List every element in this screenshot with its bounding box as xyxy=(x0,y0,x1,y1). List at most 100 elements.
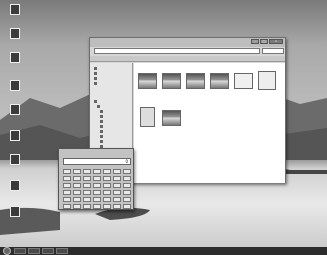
folder-icon xyxy=(100,140,103,143)
calculator-key[interactable] xyxy=(123,190,131,195)
calculator-key[interactable] xyxy=(113,176,121,181)
calculator-key[interactable] xyxy=(83,204,91,209)
calculator-key[interactable] xyxy=(103,183,111,188)
calculator-key[interactable] xyxy=(63,169,71,174)
nav-item[interactable] xyxy=(100,125,104,128)
calculator-key[interactable] xyxy=(83,190,91,195)
computer-icon xyxy=(10,4,20,15)
network-icon xyxy=(10,52,20,63)
folder-icon[interactable] xyxy=(258,71,276,90)
calculator-key[interactable] xyxy=(103,204,111,209)
calculator-key[interactable] xyxy=(93,176,101,181)
calculator-key[interactable] xyxy=(63,190,71,195)
desktop-icon-3[interactable] xyxy=(3,52,27,78)
calculator-window[interactable]: 0 xyxy=(58,148,134,210)
calculator-key[interactable] xyxy=(63,197,71,202)
calculator-key[interactable] xyxy=(123,183,131,188)
folder-icon xyxy=(100,135,103,138)
calculator-key[interactable] xyxy=(73,204,81,209)
calculator-key[interactable] xyxy=(113,169,121,174)
calculator-key[interactable] xyxy=(113,197,121,202)
taskbar-item[interactable] xyxy=(14,248,26,254)
calculator-key[interactable] xyxy=(123,204,131,209)
file-thumbnail[interactable] xyxy=(162,73,181,89)
file-thumbnail[interactable] xyxy=(234,73,253,89)
desktop-icon-5[interactable] xyxy=(3,104,27,130)
calculator-key[interactable] xyxy=(123,169,131,174)
folder-icon xyxy=(100,110,103,113)
file-thumbnail[interactable] xyxy=(138,73,157,89)
calculator-key[interactable] xyxy=(83,176,91,181)
maximize-button[interactable]: □ xyxy=(260,39,268,44)
folder-icon xyxy=(94,77,97,80)
calculator-key[interactable] xyxy=(73,169,81,174)
calculator-key[interactable] xyxy=(83,197,91,202)
calculator-key[interactable] xyxy=(93,197,101,202)
desktop-icon-7[interactable] xyxy=(3,154,27,180)
calculator-key[interactable] xyxy=(73,183,81,188)
calculator-key[interactable] xyxy=(123,176,131,181)
calculator-key[interactable] xyxy=(63,183,71,188)
desktop-icon xyxy=(94,100,97,103)
nav-item[interactable] xyxy=(100,140,104,143)
nav-item[interactable] xyxy=(100,135,104,138)
folder-icon xyxy=(10,104,20,115)
calculator-key[interactable] xyxy=(73,197,81,202)
nav-item[interactable] xyxy=(94,67,98,70)
taskbar-item[interactable] xyxy=(28,248,40,254)
calculator-key[interactable] xyxy=(113,204,121,209)
close-button[interactable]: × xyxy=(269,39,283,44)
taskbar-item[interactable] xyxy=(56,248,68,254)
address-bar[interactable] xyxy=(94,48,260,54)
calculator-key[interactable] xyxy=(93,169,101,174)
nav-item[interactable] xyxy=(97,105,101,108)
folder-icon[interactable] xyxy=(140,107,155,127)
desktop-icon-6[interactable] xyxy=(3,130,27,156)
taskbar xyxy=(0,247,327,255)
file-thumbnail[interactable] xyxy=(210,73,229,89)
nav-item[interactable] xyxy=(100,120,104,123)
calculator-key[interactable] xyxy=(83,183,91,188)
calculator-key[interactable] xyxy=(93,204,101,209)
taskbar-item[interactable] xyxy=(42,248,54,254)
calculator-key[interactable] xyxy=(63,204,71,209)
search-input[interactable] xyxy=(262,48,284,54)
nav-item[interactable] xyxy=(100,115,104,118)
nav-item[interactable] xyxy=(100,130,104,133)
command-bar xyxy=(90,56,285,62)
nav-item[interactable] xyxy=(94,72,98,75)
calculator-key[interactable] xyxy=(73,190,81,195)
calculator-key[interactable] xyxy=(73,176,81,181)
nav-item[interactable] xyxy=(94,100,98,103)
desktop-icon-4[interactable] xyxy=(3,80,27,106)
folder-icon xyxy=(100,125,103,128)
folder-icon xyxy=(100,120,103,123)
calculator-key[interactable] xyxy=(113,190,121,195)
calculator-key[interactable] xyxy=(83,169,91,174)
desktop-icon-1[interactable] xyxy=(3,4,27,30)
calculator-key[interactable] xyxy=(63,176,71,181)
nav-item[interactable] xyxy=(94,77,98,80)
title-bar[interactable]: – □ × xyxy=(90,38,285,47)
folder-icon xyxy=(94,72,97,75)
calculator-key[interactable] xyxy=(113,183,121,188)
minimize-button[interactable]: – xyxy=(251,39,259,44)
calculator-key[interactable] xyxy=(103,176,111,181)
folder-icon xyxy=(10,28,20,39)
calculator-key[interactable] xyxy=(93,190,101,195)
calculator-key[interactable] xyxy=(123,197,131,202)
nav-item[interactable] xyxy=(100,110,104,113)
desktop-icon-2[interactable] xyxy=(3,28,27,54)
nav-item[interactable] xyxy=(94,82,98,85)
desktop-icon-9[interactable] xyxy=(3,206,27,232)
calculator-key[interactable] xyxy=(103,197,111,202)
file-thumbnail[interactable] xyxy=(162,110,181,126)
desktop-icon-8[interactable] xyxy=(3,180,27,206)
file-thumbnail[interactable] xyxy=(186,73,205,89)
app-icon xyxy=(10,180,20,191)
start-button[interactable] xyxy=(3,247,11,255)
folder-icon xyxy=(100,115,103,118)
calculator-key[interactable] xyxy=(103,190,111,195)
calculator-key[interactable] xyxy=(93,183,101,188)
calculator-key[interactable] xyxy=(103,169,111,174)
